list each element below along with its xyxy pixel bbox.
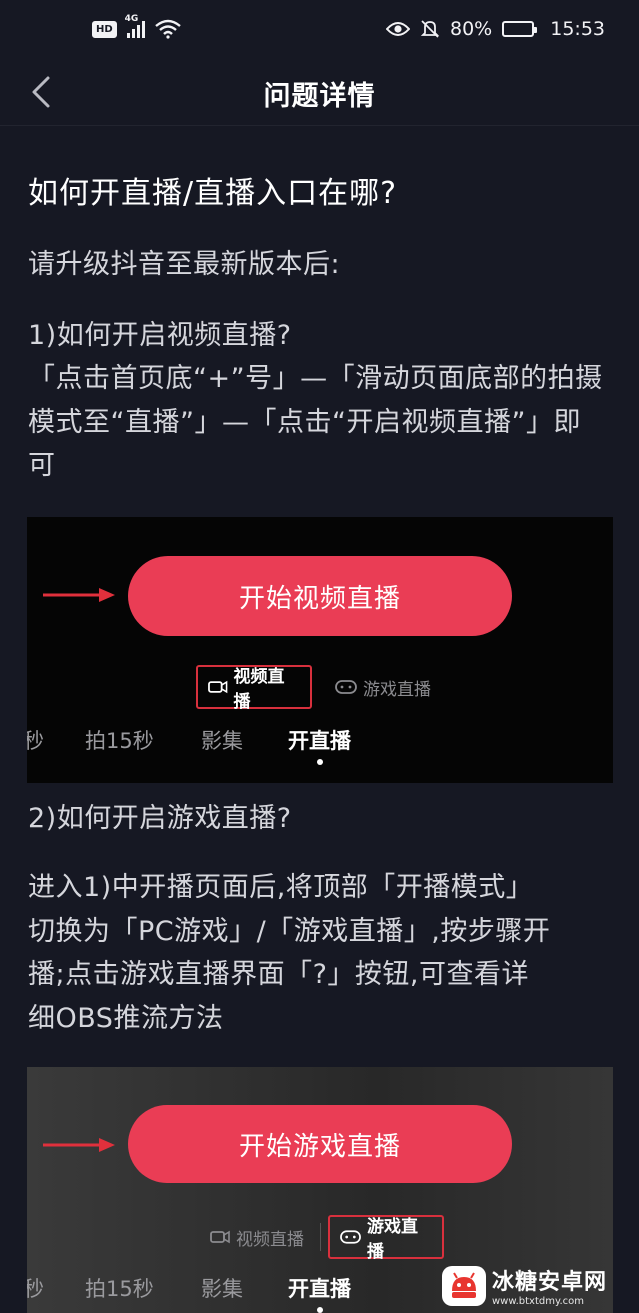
hd-icon: HD bbox=[92, 20, 117, 38]
section1-line: 可 bbox=[28, 450, 56, 481]
live-mode-row: 视频直播 游戏直播 bbox=[27, 665, 613, 712]
status-time: 15:53 bbox=[550, 18, 605, 40]
gamepad-icon bbox=[340, 1230, 361, 1244]
mode-video-label: 视频直播 bbox=[236, 1229, 304, 1250]
page: HD 4G 80% 15:53 问题详情 如何开直播/直播入口在哪? 请升级抖音… bbox=[0, 0, 639, 1313]
network-type: 4G bbox=[124, 14, 139, 24]
tab-partial[interactable]: 秒 bbox=[27, 1273, 44, 1303]
section2-heading: 2)如何开启游戏直播? bbox=[28, 803, 292, 834]
mode-game-label: 游戏直播 bbox=[363, 679, 431, 700]
selected-tab-dot bbox=[317, 759, 323, 765]
status-right: 80% 15:53 bbox=[386, 18, 605, 40]
watermark-text: 冰糖安卓网 www.btxtdmy.com bbox=[492, 1264, 607, 1307]
mode-game-live[interactable]: 游戏直播 bbox=[325, 665, 441, 709]
camera-mode-tabs: 秒 拍15秒 影集 开直播 bbox=[27, 725, 613, 761]
red-arrow-icon bbox=[43, 588, 115, 602]
mode-game-label: 游戏直播 bbox=[367, 1217, 419, 1262]
mode-game-live[interactable]: 游戏直播 bbox=[328, 1215, 444, 1262]
live-mode-row: 视频直播 游戏直播 bbox=[27, 1215, 613, 1262]
tab-live[interactable]: 开直播 bbox=[288, 1273, 351, 1303]
mode-divider bbox=[320, 1223, 321, 1251]
wifi-icon bbox=[154, 19, 181, 39]
mode-video-live[interactable]: 视频直播 bbox=[196, 665, 312, 712]
game-live-screenshot: 开始游戏直播 视频直播 游戏直播 秒 拍15秒 影集 开直播 冰糖安卓网 www… bbox=[27, 1067, 613, 1313]
section1-heading: 1)如何开启视频直播? bbox=[28, 320, 292, 351]
battery-percent: 80% bbox=[450, 18, 493, 40]
selected-tab-dot bbox=[317, 1307, 323, 1313]
battery-icon bbox=[502, 21, 538, 37]
status-bar: HD 4G 80% 15:53 bbox=[0, 0, 639, 58]
bell-muted-icon bbox=[420, 20, 440, 38]
mode-video-live[interactable]: 视频直播 bbox=[200, 1215, 314, 1259]
tab-album[interactable]: 影集 bbox=[201, 1273, 243, 1303]
red-arrow-icon bbox=[43, 1138, 115, 1152]
tab-album[interactable]: 影集 bbox=[201, 725, 243, 755]
watermark-url: www.btxtdmy.com bbox=[491, 1296, 585, 1307]
tab-15s[interactable]: 拍15秒 bbox=[85, 725, 154, 755]
camera-icon bbox=[210, 1230, 230, 1244]
section1-line: 「点击首页底“+”号」—「滑动页面底部的拍摄 bbox=[28, 363, 603, 394]
section2-line: 切换为「PC游戏」/「游戏直播」,按步骤开 bbox=[28, 916, 551, 947]
start-game-live-button[interactable]: 开始游戏直播 bbox=[128, 1105, 512, 1183]
eye-icon bbox=[386, 22, 410, 36]
section2-line: 进入1)中开播页面后,将顶部「开播模式」 bbox=[28, 872, 534, 903]
page-title: 问题详情 bbox=[263, 81, 376, 112]
android-robot-icon bbox=[451, 1271, 476, 1298]
section1-line: 模式至“直播”」—「点击“开启视频直播”」即 bbox=[28, 407, 581, 438]
section2-line: 播;点击游戏直播界面「?」按钮,可查看详 bbox=[28, 959, 530, 990]
question-title: 如何开直播/直播入口在哪? bbox=[28, 176, 398, 211]
status-left: HD 4G bbox=[92, 14, 181, 39]
nav-bar: 问题详情 bbox=[0, 58, 639, 126]
section2-line: 细OBS推流方法 bbox=[28, 1003, 224, 1034]
video-live-screenshot: 开始视频直播 视频直播 游戏直播 秒 拍15秒 影集 开直播 bbox=[27, 517, 613, 783]
start-video-live-button[interactable]: 开始视频直播 bbox=[128, 556, 512, 636]
watermark-name: 冰糖安卓网 bbox=[491, 1270, 607, 1295]
watermark-logo-icon bbox=[441, 1265, 486, 1306]
tab-partial[interactable]: 秒 bbox=[27, 725, 44, 755]
site-watermark: 冰糖安卓网 www.btxtdmy.com bbox=[441, 1264, 607, 1307]
tab-live[interactable]: 开直播 bbox=[288, 725, 351, 755]
intro-text: 请升级抖音至最新版本后: bbox=[28, 249, 341, 280]
gamepad-icon bbox=[335, 680, 357, 694]
camera-icon bbox=[208, 680, 228, 694]
tab-15s[interactable]: 拍15秒 bbox=[85, 1273, 154, 1303]
signal-icon: 4G bbox=[125, 14, 145, 38]
mode-video-label: 视频直播 bbox=[233, 667, 285, 712]
